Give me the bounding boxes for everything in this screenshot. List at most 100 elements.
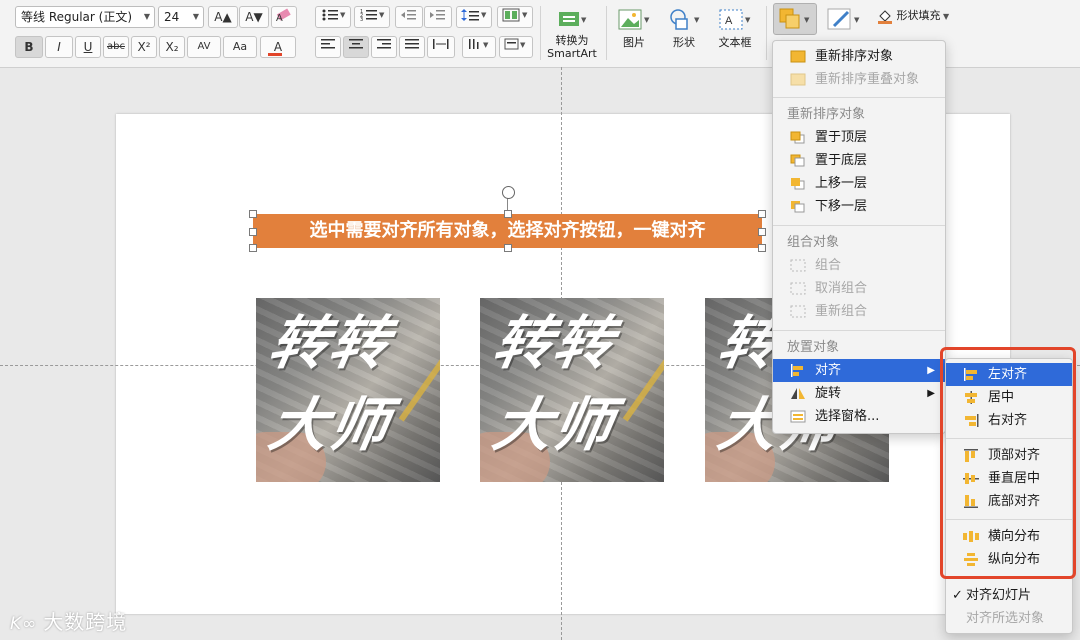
resize-handle-top[interactable]	[504, 210, 512, 218]
menu-item-align-to-slide[interactable]: ✓ 对齐幻灯片	[946, 584, 1072, 607]
menu-section-reorder: 重新排序对象	[787, 107, 866, 122]
convert-to-smartart-button[interactable]: ▼ 转换为 SmartArt	[546, 8, 598, 60]
menu-separator	[773, 330, 945, 331]
quick-styles-button[interactable]: ▼	[824, 6, 864, 36]
menu-item-bring-forward[interactable]: 上移一层	[773, 172, 945, 195]
tile-text-line2: 大师	[264, 391, 397, 459]
ribbon-separator	[540, 6, 541, 60]
underline-button[interactable]: U	[75, 36, 101, 58]
menu-item-reorder-objects[interactable]: 重新排序对象	[773, 45, 945, 68]
smartart-icon: ▼	[559, 12, 587, 26]
resize-handle-bottom-left[interactable]	[249, 244, 257, 252]
selection-pane-icon	[790, 410, 806, 423]
menu-item-align-selected[interactable]: 对齐所选对象	[946, 607, 1072, 630]
strikethrough-button[interactable]: abc	[103, 36, 129, 58]
clear-formatting-button[interactable]: A	[271, 6, 297, 28]
text-align-left-icon	[321, 39, 335, 49]
menu-item-send-to-back[interactable]: 置于底层	[773, 149, 945, 172]
menu-item-label: 置于顶层	[815, 130, 868, 145]
resize-handle-bottom[interactable]	[504, 244, 512, 252]
decrease-indent-button[interactable]	[395, 6, 423, 28]
line-spacing-button[interactable]: ▼	[456, 6, 492, 28]
menu-item-label: 置于底层	[815, 153, 868, 168]
menu-item-ungroup[interactable]: 取消组合	[773, 277, 945, 300]
bullets-button[interactable]: ▼	[315, 6, 351, 28]
ribbon-separator	[606, 6, 607, 60]
paint-bucket-icon	[878, 10, 892, 24]
resize-handle-right[interactable]	[758, 228, 766, 236]
font-size-select[interactable]: 24 ▼	[158, 6, 204, 28]
menu-item-label: 组合	[815, 258, 842, 273]
tile-text-line1: 转转	[488, 309, 621, 377]
insert-textbox-button[interactable]: A ▼ 文本框	[713, 8, 757, 49]
resize-handle-top-left[interactable]	[249, 210, 257, 218]
rotate-handle[interactable]	[502, 186, 515, 199]
tile-text-line2: 大师	[488, 391, 621, 459]
menu-separator	[773, 97, 945, 98]
columns-button[interactable]: ▼	[497, 6, 533, 28]
shape-fill-label: 形状填充	[896, 9, 941, 22]
change-case-button[interactable]: Aa	[223, 36, 257, 58]
ungroup-icon	[790, 282, 806, 295]
numbering-button[interactable]: 1 2 3 ▼	[354, 6, 390, 28]
distributed-text-button[interactable]	[427, 36, 455, 58]
numbered-list-icon: 123▼	[360, 9, 385, 23]
character-spacing-button[interactable]: AV	[187, 36, 221, 58]
text-distribute-icon	[433, 39, 449, 49]
increase-indent-button[interactable]	[424, 6, 452, 28]
font-name-select[interactable]: 等线 Regular (正文) ▼	[15, 6, 155, 28]
align-right-text-button[interactable]	[371, 36, 397, 58]
justify-text-button[interactable]	[399, 36, 425, 58]
menu-item-send-backward[interactable]: 下移一层	[773, 195, 945, 218]
bold-button[interactable]: B	[15, 36, 43, 58]
resize-handle-top-right[interactable]	[758, 210, 766, 218]
resize-handle-bottom-right[interactable]	[758, 244, 766, 252]
menu-item-regroup[interactable]: 重新组合	[773, 300, 945, 323]
italic-button[interactable]: I	[45, 36, 73, 58]
menu-item-selection-pane[interactable]: 选择窗格...	[773, 405, 945, 428]
svg-text:▼: ▼	[581, 16, 587, 24]
font-color-letter: A	[273, 40, 283, 54]
reorder-icon	[790, 50, 806, 63]
outdent-icon	[401, 10, 416, 20]
submenu-arrow-icon: ▶	[927, 388, 935, 399]
shape-label: 形状	[673, 36, 695, 49]
font-name-value: 等线 Regular (正文)	[21, 10, 133, 24]
svg-text:A: A	[725, 15, 733, 27]
menu-item-rotate[interactable]: 旋转 ▶	[773, 382, 945, 405]
svg-text:▼: ▼	[694, 16, 700, 24]
columns-icon: ▼	[502, 8, 528, 22]
menu-separator	[773, 225, 945, 226]
textbox-label: 文本框	[718, 36, 752, 49]
menu-item-reorder-overlapping[interactable]: 重新排序重叠对象	[773, 68, 945, 91]
rotate-icon	[791, 388, 805, 399]
picture-tile-1[interactable]: 转转 大师	[256, 298, 440, 482]
align-text-button[interactable]: ▼	[499, 36, 533, 58]
menu-item-bring-to-front[interactable]: 置于顶层	[773, 126, 945, 149]
callout-highlight-frame	[940, 347, 1076, 579]
align-left-text-button[interactable]	[315, 36, 341, 58]
shape-fill-button[interactable]: 形状填充 ▼	[877, 6, 957, 26]
superscript-button[interactable]: X²	[131, 36, 157, 58]
resize-handle-left[interactable]	[249, 228, 257, 236]
svg-text:▼: ▼	[644, 16, 650, 24]
arrange-icon: ▼	[779, 8, 810, 29]
subscript-button[interactable]: X₂	[159, 36, 185, 58]
group-icon	[790, 259, 806, 272]
convert-smartart-label: 转换为 SmartArt	[547, 34, 597, 60]
grow-font-button[interactable]: A▲	[208, 6, 238, 28]
center-text-button[interactable]	[343, 36, 369, 58]
shrink-font-button[interactable]: A▼	[239, 6, 269, 28]
arrange-button[interactable]: ▼	[773, 3, 817, 35]
menu-item-label: 上移一层	[815, 176, 868, 191]
font-color-button[interactable]: A	[260, 36, 296, 58]
insert-shape-button[interactable]: ▼ 形状	[663, 8, 705, 49]
insert-picture-button[interactable]: ▼ 图片	[613, 8, 655, 49]
menu-item-group[interactable]: 组合	[773, 254, 945, 277]
text-direction-button[interactable]: ▼	[462, 36, 496, 58]
menu-item-label: 下移一层	[815, 199, 868, 214]
picture-tile-2[interactable]: 转转 大师	[480, 298, 664, 482]
slide-title-textbox[interactable]: 选中需要对齐所有对象，选择对齐按钮，一键对齐	[253, 214, 762, 248]
menu-item-label: 重新排序重叠对象	[815, 72, 920, 87]
menu-item-align[interactable]: 对齐 ▶	[773, 359, 945, 382]
